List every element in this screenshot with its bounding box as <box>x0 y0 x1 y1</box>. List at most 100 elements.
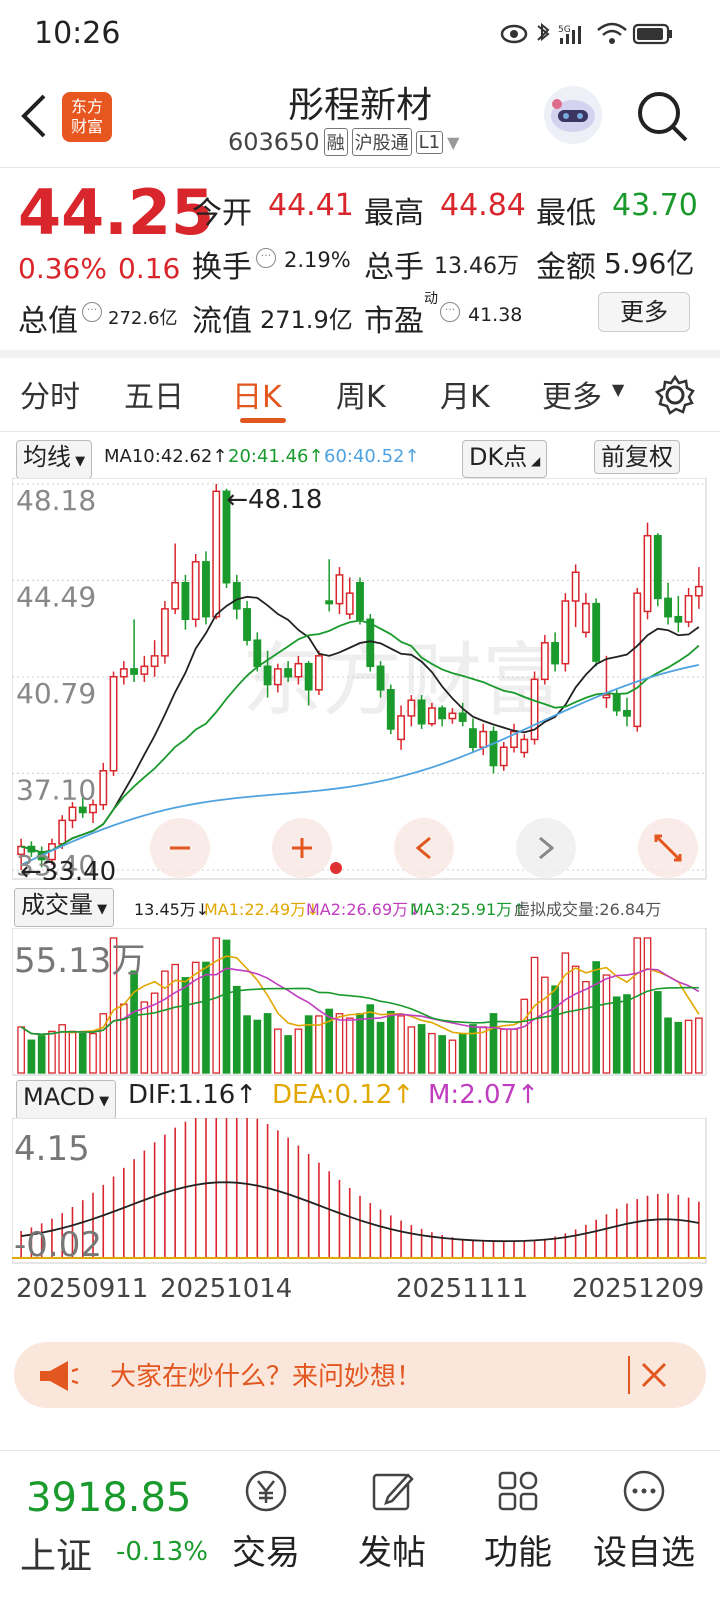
ma-selector[interactable]: 均线 ▼ <box>16 440 93 479</box>
caret-down-icon[interactable]: ▼ <box>612 380 624 399</box>
macd-selector[interactable]: MACD ▼ <box>16 1080 117 1119</box>
volume-bar <box>582 981 590 1074</box>
min-price-marker: ←33.40 <box>20 857 116 880</box>
candle-body <box>612 694 621 712</box>
macd-dea: DEA:0.12↑ <box>272 1080 415 1110</box>
date-label: 20251111 <box>396 1274 529 1304</box>
nav-post[interactable]: 发帖 <box>332 1469 452 1574</box>
amount-label: 金额 <box>536 250 596 285</box>
settings-gear-icon[interactable] <box>654 374 696 416</box>
candle-body <box>397 715 406 741</box>
info-icon[interactable]: ··· <box>440 302 460 322</box>
candle-body <box>674 615 683 623</box>
candle-body <box>160 608 169 657</box>
candle-body <box>212 490 221 618</box>
turnover-value: 2.19% <box>284 248 351 272</box>
ma60-label: 60:40.52↑ <box>324 446 420 467</box>
candle-body <box>499 746 508 767</box>
adjust-selector[interactable]: 前复权 <box>594 440 680 474</box>
date-label: 20250911 <box>16 1274 149 1304</box>
volume-bar <box>592 961 601 1074</box>
nav-add-watchlist-label: 设自选 <box>593 1533 695 1573</box>
volume-label: 总手 <box>364 250 424 285</box>
ai-assistant-banner[interactable]: 大家在炒什么？来问妙想！ <box>14 1342 706 1408</box>
volume-selector-label: 成交量 <box>21 891 93 919</box>
nav-post-label: 发帖 <box>358 1533 426 1573</box>
candle-body <box>653 534 662 600</box>
tab-daily-k[interactable]: 日K <box>232 372 282 416</box>
amount-value: 5.96亿 <box>604 247 695 280</box>
candle-body <box>448 712 457 720</box>
volume-current: 13.45万↓ <box>134 900 210 919</box>
volume-bar <box>212 937 221 1074</box>
last-price: 44.25 <box>18 176 215 249</box>
dk-point-button[interactable]: DK点 ◢ <box>462 440 548 478</box>
index-name[interactable]: 上证 <box>20 1527 92 1579</box>
volume-bar <box>510 1028 518 1074</box>
volume-bar <box>499 1028 508 1074</box>
change-percent: 0.36% <box>18 252 107 285</box>
volume-bar <box>612 996 621 1074</box>
volume-bar <box>479 1026 488 1074</box>
search-icon[interactable] <box>636 90 690 144</box>
low-label: 最低 <box>536 196 596 231</box>
volume-bar <box>397 1015 405 1074</box>
y-tick-label: 40.79 <box>16 677 96 710</box>
volume-chart[interactable]: 55.13万 <box>12 928 707 1076</box>
market-cap-value: 272.6亿 <box>108 308 178 329</box>
volume-ma3: MA3:25.91万↑ <box>410 900 526 919</box>
volume-bar <box>633 937 642 1074</box>
y-tick-label: 44.49 <box>16 580 96 613</box>
tab-weekly-k[interactable]: 周K <box>336 372 386 416</box>
index-value[interactable]: 3918.85 <box>26 1475 191 1521</box>
max-price-marker: ←48.18 <box>226 485 322 515</box>
tab-monthly-k[interactable]: 月K <box>440 372 490 416</box>
pan-right-button <box>516 818 576 878</box>
candle-body <box>171 581 180 610</box>
candle-body <box>356 581 364 621</box>
ma10-label: MA10:42.62↑ <box>104 446 228 467</box>
candle-body <box>273 668 282 686</box>
candle-body <box>58 819 67 845</box>
volume-bar <box>448 1039 457 1074</box>
nav-trade[interactable]: 交易 <box>206 1469 326 1574</box>
pan-left-button <box>394 818 454 878</box>
ma20-label: 20:41.46↑ <box>228 446 324 467</box>
volume-selector[interactable]: 成交量 ▼ <box>14 888 115 927</box>
period-tabs: 分时 五日 日K 周K 月K 更多 ▼ <box>0 358 720 432</box>
volume-bar <box>458 1032 467 1074</box>
macd-chart[interactable]: 4.15 -0.02 <box>12 1118 707 1264</box>
volume-bar <box>294 1028 303 1074</box>
nav-add-watchlist[interactable]: 设自选 <box>584 1469 704 1574</box>
info-icon[interactable]: ··· <box>82 302 102 322</box>
candle-body <box>633 592 642 728</box>
tab-intraday[interactable]: 分时 <box>20 372 80 416</box>
active-tab-indicator <box>240 418 286 423</box>
volume-axis-max: 55.13万 <box>14 941 145 981</box>
more-button[interactable]: 更多 <box>598 292 690 332</box>
pe-value: 41.38 <box>468 304 523 326</box>
float-cap-value: 271.9亿 <box>260 306 353 334</box>
macd-dif: DIF:1.16↑ <box>128 1080 258 1110</box>
volume-ma2: MA2:26.69万↓ <box>306 900 422 919</box>
stock-header: 东方 财富 彤程新材 603650 融 沪股通 L1 ▼ <box>0 70 720 168</box>
volume-bar <box>232 985 241 1074</box>
info-icon[interactable]: ··· <box>256 248 276 268</box>
zoom-in-button <box>272 818 332 878</box>
tab-five-day[interactable]: 五日 <box>124 372 184 416</box>
watermark: 东方财富 <box>242 634 562 727</box>
candle-body <box>458 712 467 722</box>
robot-avatar-icon[interactable] <box>542 84 604 146</box>
volume-bar <box>345 1017 354 1074</box>
close-icon[interactable] <box>640 1361 668 1389</box>
candle-body <box>694 585 703 597</box>
dk-point-label: DK点 <box>469 443 528 471</box>
edit-icon <box>372 1473 414 1511</box>
candle-body <box>489 730 498 767</box>
tab-more[interactable]: 更多 <box>542 372 602 416</box>
volume-bar <box>89 1032 97 1074</box>
chevron-down-icon[interactable]: ▼ <box>447 133 459 152</box>
volume-bar <box>438 1035 446 1074</box>
volume-bar <box>78 1032 87 1074</box>
nav-functions[interactable]: 功能 <box>458 1469 578 1574</box>
